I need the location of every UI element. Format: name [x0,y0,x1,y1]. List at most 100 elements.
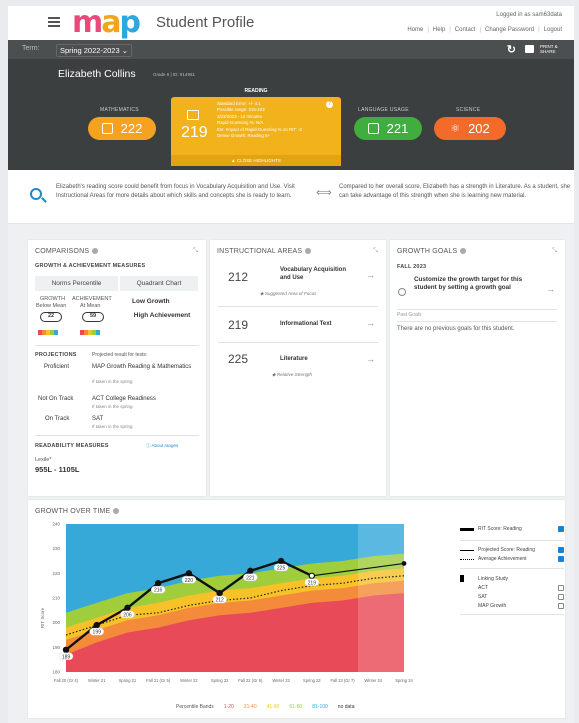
info-icon[interactable]: ? [326,101,333,108]
area-row[interactable]: 225 Literature → ◆ Relative Strength [210,348,386,382]
change-password-link[interactable]: Change Password [485,27,534,33]
projection-test: ACT College Readiness [92,396,156,402]
help-icon[interactable] [113,508,120,515]
projection-test: MAP Growth Reading & Mathematics [92,364,192,370]
insights-row: Elizabeth's reading score could benefit … [8,170,574,224]
rit-point [216,589,223,597]
help-icon[interactable] [92,248,99,255]
language-score: 221 [386,121,409,136]
achievement-desc: At Mean [80,303,101,309]
print-share-button[interactable]: PRINT & SHARE [540,44,562,54]
y-tick-label: 190 [52,645,60,650]
average-checkbox[interactable] [558,556,564,562]
reading-details: Standard Error: +/- 4.1 Possible range: … [217,101,302,139]
divider [397,321,557,322]
x-tick-label: Winter 23 [272,678,290,683]
help-icon[interactable] [460,248,467,255]
language-score-pill[interactable]: 221 [354,117,422,140]
about-ranges-link[interactable]: ⓘ About ranges [146,443,178,449]
legend-map: MAP Growth [478,603,506,609]
achievement-range-bar [80,330,100,335]
divider [460,568,564,569]
close-highlights-button[interactable]: ▲ CLOSE HIGHLIGHTS [171,155,341,166]
x-tick-label: Fall 22 (Gr 6) [238,678,263,683]
divider [218,342,378,343]
x-tick-label: Fall 21 (Gr 5) [146,678,171,683]
projection-status: Proficient [44,364,70,370]
document-icon [367,123,379,134]
growth-chart-title: GROWTH OVER TIME [35,508,111,515]
area-row[interactable]: 219 Informational Text → [210,312,386,338]
panel-title: GROWTH GOALS [397,248,467,255]
home-link[interactable]: Home [407,27,423,33]
growth-label: GROWTH [40,296,66,302]
divider [397,309,557,310]
map-growth-checkbox[interactable] [558,603,564,609]
target-icon [398,288,406,296]
math-score-pill[interactable]: 222 [88,117,156,140]
contact-link[interactable]: Contact [455,27,476,33]
balance-icon: ⟺ [316,187,332,199]
projection-status: On Track [45,416,70,422]
y-axis-label: RIT Score [40,607,45,628]
area-tag-text: Suggested Area of Focus [264,291,317,296]
panel-title: COMPARISONS [35,248,99,255]
rit-checkbox[interactable] [558,526,564,532]
lexile-label: Lexile* [35,457,52,463]
reading-card[interactable]: READING 219 Standard Error: +/- 4.1 Poss… [171,88,341,166]
panel-title: INSTRUCTIONAL AREAS [217,248,312,255]
percentile-legend: Percentile Bands 1-20 21-40 41-60 61-80 … [176,704,354,710]
student-header: Elizabeth Collins Grade 6 | ID: 514961 M… [8,59,574,170]
math-label: MATHEMATICS [100,107,139,113]
y-tick-label: 180 [52,670,60,675]
arrow-right-icon: → [366,270,375,280]
comparisons-panel: COMPARISONS ⤡ GROWTH & ACHIEVEMENT MEASU… [28,240,206,496]
expand-icon[interactable]: ⤡ [552,248,557,255]
achievement-percentile: 59 [82,312,104,322]
rit-point [62,646,70,653]
legend-average: Average Achievement [460,556,527,562]
growth-range-bar [38,330,58,335]
area-tag-text: Relative Strength [276,372,313,377]
rit-data-label: 206 [123,612,132,618]
legend-label: SAT [478,594,488,600]
rit-data-label: 216 [154,588,163,594]
science-score: 202 [468,121,490,136]
print-icon[interactable] [525,45,534,53]
expand-icon[interactable]: ⤡ [373,248,378,255]
quadrant-growth: Low Growth [132,298,170,305]
refresh-icon[interactable]: ↻ [507,43,516,56]
science-score-pill[interactable]: ⚛ 202 [434,117,506,140]
language-label: LANGUAGE USAGE [358,107,409,113]
menu-icon[interactable] [48,17,60,27]
help-link[interactable]: Help [433,27,445,33]
act-checkbox[interactable] [558,585,564,591]
rit-data-label: 199 [93,630,102,636]
atom-icon: ⚛ [450,123,461,135]
growth-goals-panel: GROWTH GOALS ⤡ FALL 2023 Customize the g… [390,240,565,496]
projected-checkbox[interactable] [558,547,564,553]
area-row[interactable]: 212 Vocabulary Acquisition and Use → ◆ S… [210,266,386,304]
legend-swatch [460,549,474,551]
map-logo[interactable]: map [72,8,141,38]
projections-sub: Projected result for tests: [92,352,148,358]
y-tick-label: 210 [52,596,60,601]
logout-link[interactable]: Logout [544,27,562,33]
growth-percentile: 22 [40,312,62,322]
set-goal-button[interactable]: Customize the growth target for this stu… [390,276,565,304]
expand-icon[interactable]: ⤡ [193,248,198,255]
legend-label: Linking Study [478,575,509,582]
term-select[interactable]: Spring 2022-2023 ⌄ [56,44,133,57]
x-tick-label: Winter 22 [180,678,198,683]
tab-quadrant-chart[interactable]: Quadrant Chart [120,276,198,291]
percentile-label: Percentile Bands [176,704,214,710]
x-tick-label: Spring 22 [211,678,229,683]
goal-term: FALL 2023 [397,264,427,270]
projection-note: If taken in the spring [92,424,133,429]
sat-checkbox[interactable] [558,594,564,600]
tab-norms-percentile[interactable]: Norms Percentile [35,276,118,291]
reading-label: READING [244,88,268,94]
help-icon[interactable] [305,248,312,255]
rit-point [154,579,162,587]
growth-goals-title: GROWTH GOALS [397,248,458,255]
